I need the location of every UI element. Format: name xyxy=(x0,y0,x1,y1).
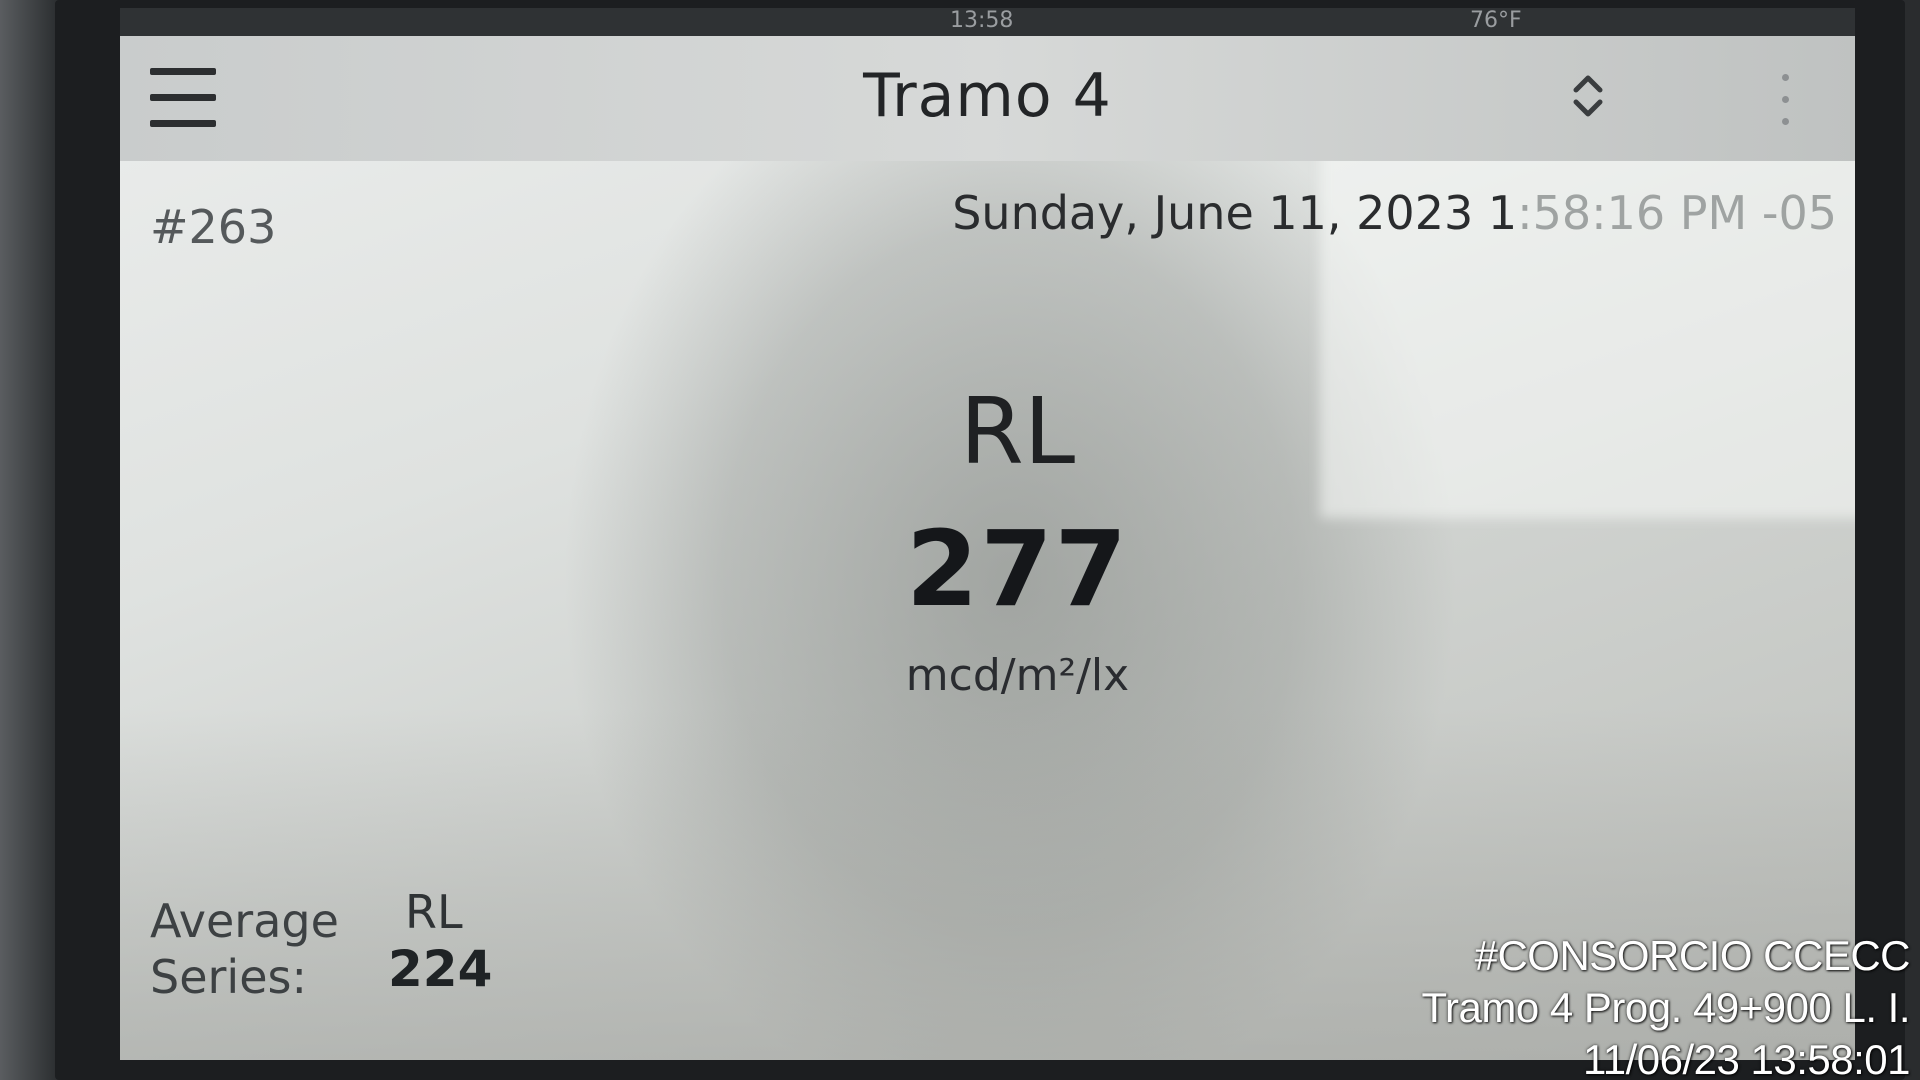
more-dot xyxy=(1782,96,1789,103)
sort-updown-icon-glyph xyxy=(1573,75,1603,117)
average-series-label: Average Series: xyxy=(150,893,339,1005)
app-bar: Tramo 4 xyxy=(120,36,1855,161)
record-number: #263 xyxy=(150,200,277,254)
average-label-line2: Series: xyxy=(150,950,307,1004)
photo-scene: 13:58 76°F Tramo 4 #263 Sunday, June 11,… xyxy=(0,0,1920,1080)
average-column-header: RL xyxy=(405,885,463,939)
reading-unit: mcd/m²/lx xyxy=(905,650,1130,701)
watermark-line2: Tramo 4 Prog. 49+900 L. I. xyxy=(1421,984,1910,1031)
watermark-line1: #CONSORCIO CCECC xyxy=(1474,932,1911,979)
measurement-datetime: Sunday, June 11, 2023 1:58:16 PM -05 xyxy=(952,186,1837,240)
photo-watermark: #CONSORCIO CCECC Tramo 4 Prog. 49+900 L.… xyxy=(1421,930,1910,1080)
average-label-line1: Average xyxy=(150,894,339,948)
device-screen: 13:58 76°F Tramo 4 #263 Sunday, June 11,… xyxy=(120,8,1855,1060)
more-vertical-icon[interactable] xyxy=(1770,66,1800,136)
status-time: 13:58 xyxy=(950,8,1014,33)
status-temperature: 76°F xyxy=(1470,8,1522,33)
average-value: 224 xyxy=(388,940,493,998)
status-bar: 13:58 76°F xyxy=(120,8,1855,36)
reading-value: 277 xyxy=(905,508,1130,630)
more-dot xyxy=(1782,74,1789,81)
datetime-main: Sunday, June 11, 2023 1 xyxy=(952,186,1518,240)
sort-updown-icon[interactable] xyxy=(1568,66,1608,126)
watermark-line3: 11/06/23 13:58:01 xyxy=(1582,1036,1911,1080)
more-dot xyxy=(1782,118,1789,125)
datetime-tail: :58:16 PM -05 xyxy=(1517,186,1837,240)
reading-label: RL xyxy=(959,378,1076,485)
